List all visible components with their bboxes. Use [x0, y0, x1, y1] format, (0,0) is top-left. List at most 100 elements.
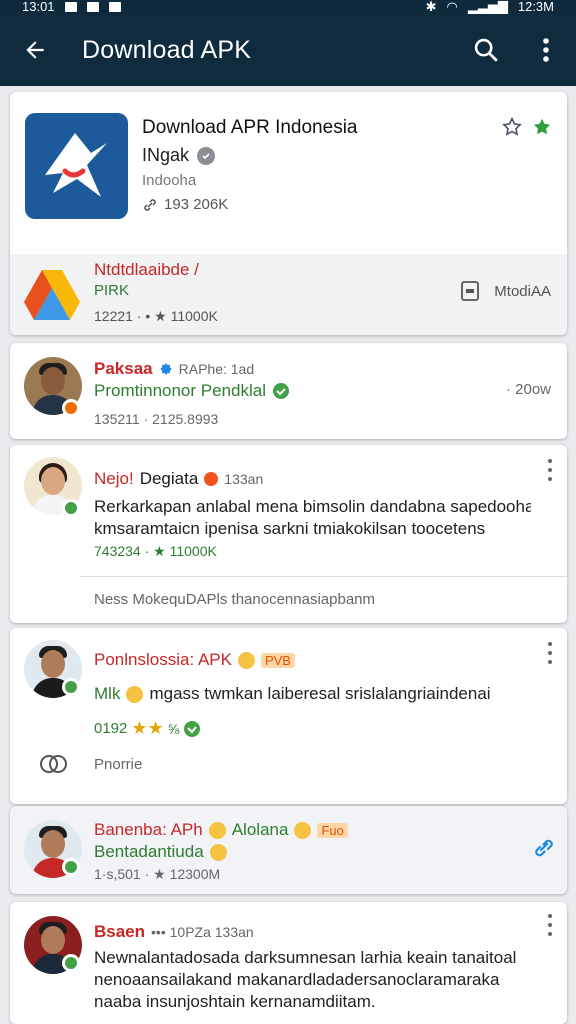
reviewer-name: Bsaen ••• 10PZa 133an: [94, 922, 254, 942]
review-text-prefix: Mlk: [94, 684, 121, 703]
heart-badge-icon: [184, 720, 201, 737]
more-vert-icon: [543, 38, 549, 62]
review-text-line2: nenoaansailakand makanardladadersanoclar…: [94, 970, 500, 989]
review-text-rest: mgass twmkan laiberesal srislalangriaind…: [149, 684, 491, 703]
reviewer-subtitle: Promtinnonor Pendklal: [94, 381, 290, 401]
review-stats-label: 0192: [94, 720, 128, 737]
reviewer-name-label: Paksaa: [94, 359, 153, 378]
image-notification-icon: [64, 2, 77, 12]
more-options-button[interactable]: [545, 914, 555, 936]
app-size-label: 193 206K: [164, 196, 229, 213]
review-card[interactable]: Bsaen ••• 10PZa 133an Newnalantadosada d…: [10, 902, 567, 1024]
app-publisher: INgak: [142, 145, 216, 166]
leaf-icon: ⅝: [167, 720, 180, 737]
review-text-line2: kmsaramtaicn ipenisa sarkni tmiakokilsan…: [94, 519, 486, 538]
app-footer-right-label: MtodiAA: [494, 282, 551, 300]
app-publisher-label: INgak: [142, 145, 190, 165]
app-icon: [25, 113, 128, 219]
star-filled-icon[interactable]: [531, 116, 553, 138]
status-badge: [62, 678, 80, 696]
reviewer-name-label: Ponlnslossia: APK: [94, 650, 232, 669]
review-card[interactable]: Nejo! Degiata 133an Rerkarkapan anlabal …: [10, 445, 567, 623]
check-circle-icon: [272, 383, 289, 399]
review-time: 133an: [224, 471, 264, 487]
status-badge: [62, 399, 80, 417]
smile-emoji-icon: [209, 843, 227, 861]
app-footer-subtitle: PIRK: [94, 282, 130, 299]
back-button[interactable]: [0, 14, 70, 86]
app-card[interactable]: Download APR Indonesia INgak Indooha 193…: [10, 92, 567, 335]
search-icon: [474, 38, 498, 62]
reviewer-name-red: Banenba: APh: [94, 820, 203, 839]
reviewer-tag: PVB: [260, 652, 295, 668]
smile-emoji-icon: [237, 651, 255, 669]
app-name: Download APR Indonesia: [142, 117, 358, 138]
reviewer-name-dark: Alolana: [231, 820, 289, 839]
review-stats: 743234 · ★ 11000K: [94, 543, 217, 559]
star-outline-icon[interactable]: [501, 116, 523, 138]
document-icon: [461, 281, 480, 301]
status-badge: [62, 954, 80, 972]
review-stats: 1·s,501 · ★ 12300M: [94, 866, 221, 882]
review-card[interactable]: Paksaa RAPhe: 1ad Promtinnonor Pendklal …: [10, 343, 567, 439]
verified-icon: [197, 146, 216, 165]
reviewer-name: Nejo! Degiata 133an: [94, 469, 263, 489]
app-size: 193 206K: [142, 196, 228, 213]
app-category: Indooha: [142, 172, 197, 189]
review-text-line1: Mlk mgass twmkan laiberesal srislalangri…: [94, 684, 491, 704]
reviewer-subtitle: Bentadantiuda: [94, 842, 227, 862]
app-notification-icon: [86, 2, 99, 12]
review-text-line1: Newnalantadosada darksumnesan larhia kea…: [94, 948, 517, 967]
link-icon: [144, 198, 156, 211]
link-icon[interactable]: [533, 836, 555, 860]
drive-logo-icon: [24, 270, 80, 320]
verified-badge-icon: [159, 363, 172, 375]
app-footer-stats: 12221 · • ★ 11000K: [94, 308, 218, 324]
more-options-button[interactable]: [545, 459, 555, 481]
reviewer-handle: ••• 10PZa 133an: [151, 924, 254, 940]
reviewer-name: Ponlnslossia: APK PVB: [94, 650, 295, 670]
search-button[interactable]: [456, 14, 516, 86]
reviewer-name: Banenba: APh Alolana Fuo: [94, 820, 348, 840]
review-footer[interactable]: Ness MokequDAPls thanocennasiapbanm: [94, 591, 375, 608]
review-stats: 135211 · 2125.8993: [94, 411, 219, 427]
emoji-icon: [204, 472, 219, 486]
mail-notification-icon: [108, 2, 121, 12]
wifi-icon: ◠: [446, 0, 458, 14]
reviewer-name-dark: Degiata: [139, 469, 199, 488]
chat-bubble-icon[interactable]: [38, 752, 70, 776]
page-title: Download APK: [82, 35, 252, 64]
status-badge: [62, 858, 80, 876]
reviewer-handle: RAPhe: 1ad: [178, 361, 255, 377]
review-card[interactable]: Ponlnslossia: APK PVB Mlk mgass twmkan l…: [10, 628, 567, 804]
smile-emoji-icon: [208, 821, 226, 839]
divider: [80, 576, 567, 577]
reviewer-name-red: Nejo!: [94, 469, 134, 488]
smile-emoji-icon: [126, 685, 144, 703]
status-bar: 13:01 ✱ ◠ ▂▃▅▇ 12:3M: [0, 0, 576, 14]
status-badge: [62, 499, 80, 517]
star-rating-icon: ★★: [131, 718, 164, 738]
review-card[interactable]: Banenba: APh Alolana Fuo Bentadantiuda 1…: [10, 806, 567, 894]
bluetooth-icon: ✱: [425, 0, 437, 14]
arrow-back-icon: [26, 41, 44, 59]
reviewer-subtitle-label: Bentadantiuda: [94, 842, 204, 861]
signal-icon: ▂▃▅▇: [467, 0, 508, 14]
review-stats: 0192 ★★ ⅝: [94, 718, 201, 739]
app-footer-title: Ntdtdlaaibde /: [94, 260, 199, 279]
reviewer-subtitle-label: Promtinnonor Pendklal: [94, 381, 266, 400]
app-footer[interactable]: Ntdtdlaaibde / PIRK 12221 · • ★ 11000K M…: [10, 254, 567, 335]
app-logo-icon: [45, 133, 107, 197]
more-options-button[interactable]: [545, 642, 555, 664]
app-bar: Download APK: [0, 14, 576, 86]
reviewer-tag: Fuo: [317, 822, 348, 838]
review-footer[interactable]: Pnorrie: [94, 756, 142, 773]
more-options-button[interactable]: [516, 14, 576, 86]
status-clock: 12:3M: [517, 0, 554, 14]
review-time: · 20ow: [505, 381, 551, 398]
status-time: 13:01: [22, 0, 55, 14]
review-text-line3: naaba insunjoshtain kernanamdiitam.: [94, 992, 376, 1011]
smile-emoji-icon: [294, 821, 312, 839]
review-text-line1: Rerkarkapan anlabal mena bimsolin dandab…: [94, 497, 531, 516]
reviewer-name: Paksaa RAPhe: 1ad: [94, 359, 254, 379]
